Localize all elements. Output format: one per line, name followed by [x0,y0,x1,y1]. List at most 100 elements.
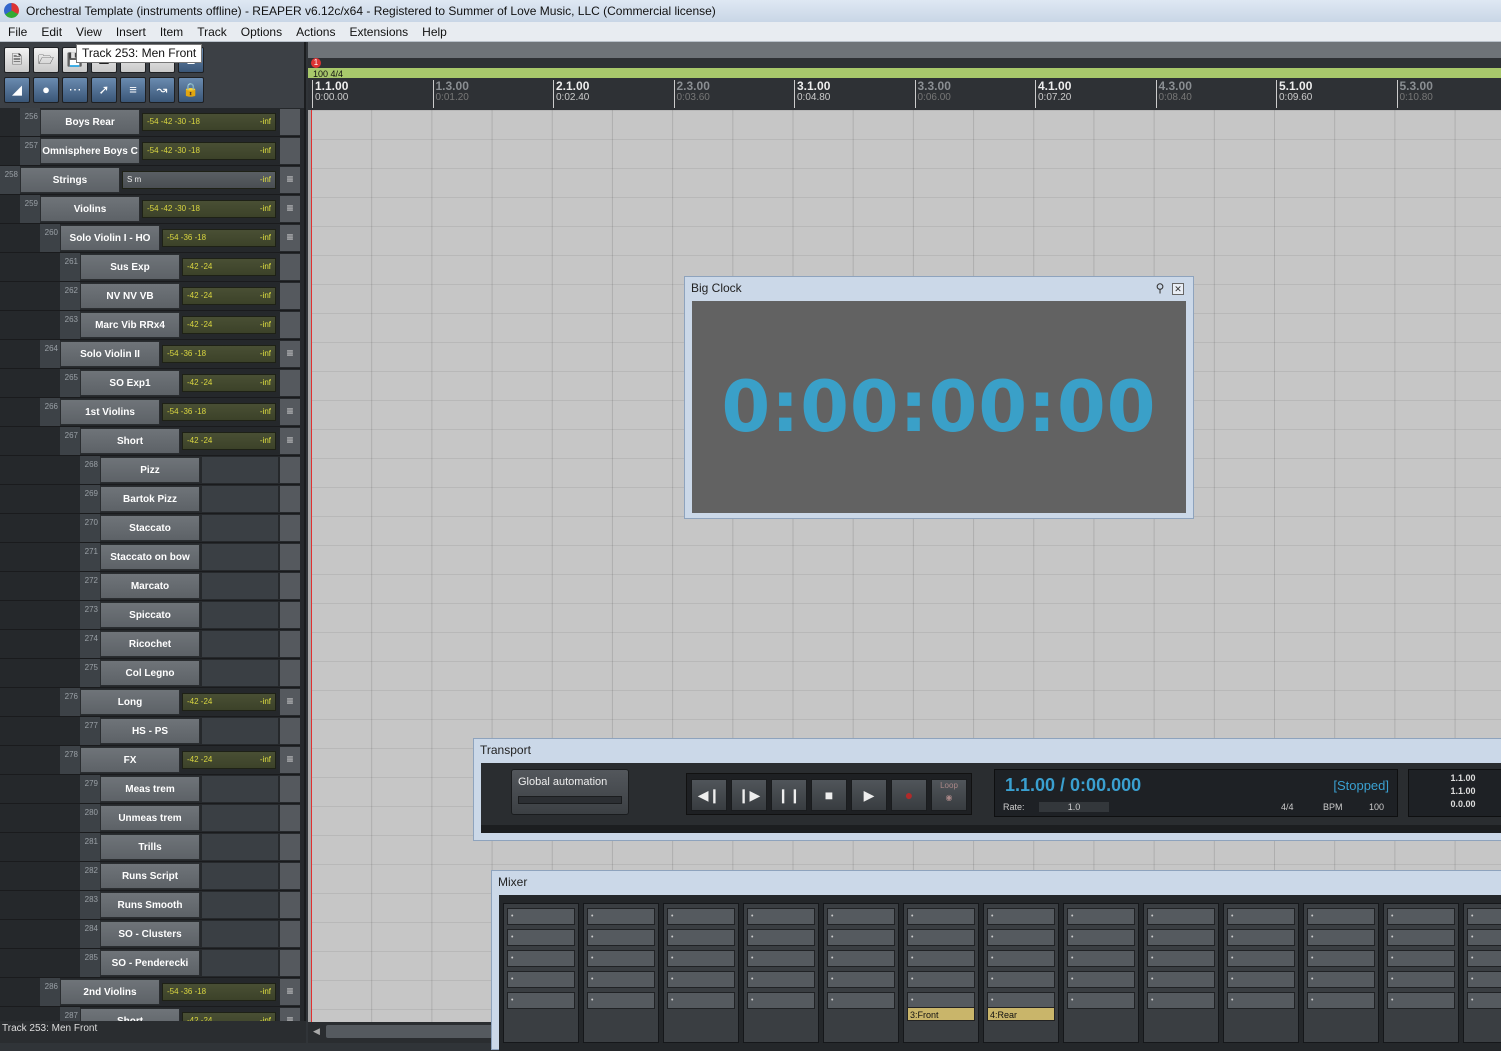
track-route-slot[interactable] [280,109,300,135]
fx-slot[interactable]: • [1467,908,1501,925]
fx-slot[interactable]: • [1147,950,1215,967]
new-project-icon[interactable]: 🗎 [4,47,30,73]
track-meter[interactable]: -42 -24 -inf [182,693,276,711]
folder-icon[interactable]: ≡ [280,399,300,425]
track-route-slot[interactable] [280,631,300,657]
track-name[interactable]: Marcato [100,573,200,599]
track-name[interactable]: Trills [100,834,200,860]
crossfade-icon[interactable]: ↝ [149,77,175,103]
fx-slot[interactable]: • [827,950,895,967]
track-row[interactable]: 284 SO - Clusters [0,920,300,949]
rewind-button[interactable]: ◀❙ [691,779,727,811]
track-row[interactable]: 279 Meas trem [0,775,300,804]
track-route-slot[interactable] [280,776,300,802]
folder-icon[interactable]: ≡ [280,689,300,715]
fx-slot[interactable]: • [1307,992,1375,1009]
fx-slot[interactable]: • [1387,992,1455,1009]
track-name[interactable]: Solo Violin I - HO [60,225,160,251]
folder-icon[interactable]: ≡ [280,428,300,454]
forward-button[interactable]: ❙▶ [731,779,767,811]
menu-edit[interactable]: Edit [33,22,68,42]
track-route-slot[interactable] [280,660,300,686]
track-name[interactable]: Marc Vib RRx4 [80,312,180,338]
item-grouping-icon[interactable]: ● [33,77,59,103]
track-name[interactable]: Unmeas trem [100,805,200,831]
track-row[interactable]: 268 Pizz [0,456,300,485]
track-route-slot[interactable] [280,283,300,309]
track-row[interactable]: 273 Spiccato [0,601,300,630]
menu-insert[interactable]: Insert [108,22,152,42]
track-name[interactable]: Spiccato [100,602,200,628]
fx-slot[interactable]: • [667,950,735,967]
fx-slot[interactable]: • [1387,971,1455,988]
fx-slot[interactable]: • [747,971,815,988]
track-name[interactable]: Short [80,428,180,454]
fx-slot[interactable]: • [587,929,655,946]
track-route-slot[interactable] [280,457,300,483]
track-route-slot[interactable] [280,486,300,512]
track-route-slot[interactable] [280,921,300,947]
mixer-channel-strip[interactable]: • • • • • 4:Rear [983,903,1059,1043]
fx-slot[interactable]: • [1227,950,1295,967]
track-route-slot[interactable] [280,544,300,570]
track-route-slot[interactable] [280,254,300,280]
track-row[interactable]: 281 Trills [0,833,300,862]
track-meter[interactable]: -42 -24 -inf [182,258,276,276]
fx-slot[interactable]: • [507,929,575,946]
track-name[interactable]: SO Exp1 [80,370,180,396]
track-meter[interactable]: -54 -36 -18 -inf [162,345,276,363]
folder-icon[interactable]: ≡ [280,747,300,773]
track-row[interactable]: 263 Marc Vib RRx4 -42 -24 -inf [0,311,300,340]
track-name[interactable]: Meas trem [100,776,200,802]
fx-slot[interactable]: • [1227,929,1295,946]
track-meter[interactable]: -42 -24 -inf [182,316,276,334]
fx-slot[interactable]: • [987,908,1055,925]
lock-icon[interactable]: 🔒 [178,77,204,103]
big-clock-window[interactable]: Big Clock ⚲ ✕ 0:00:00:00 [684,276,1194,519]
track-name[interactable]: Staccato [100,515,200,541]
track-row[interactable]: 270 Staccato [0,514,300,543]
stop-button[interactable]: ■ [811,779,847,811]
track-name[interactable]: Runs Script [100,863,200,889]
fx-slot[interactable]: • [587,971,655,988]
fx-slot[interactable]: • [747,950,815,967]
transport-window[interactable]: Transport Global automation ◀❙ ❙▶ ❙❙ ■ ▶… [473,738,1501,841]
project-marker[interactable]: 1 [311,58,321,68]
track-meter[interactable]: -54 -36 -18 -inf [162,403,276,421]
track-name[interactable]: Solo Violin II [60,341,160,367]
pin-icon[interactable]: ⚲ [1154,282,1166,295]
send-bus-label[interactable]: 4:Rear [987,1007,1055,1021]
track-name[interactable]: SO - Clusters [100,921,200,947]
loop-button[interactable]: Loop ◉ [931,779,967,811]
fx-slot[interactable]: • [1387,950,1455,967]
track-row[interactable]: 272 Marcato [0,572,300,601]
track-name[interactable]: HS - PS [100,718,200,744]
scroll-left-icon[interactable]: ◀ [313,1026,320,1037]
play-button[interactable]: ▶ [851,779,887,811]
folder-icon[interactable]: ≡ [280,1008,300,1021]
track-meter[interactable]: -42 -24 -inf [182,287,276,305]
track-name[interactable]: Col Legno [100,660,200,686]
track-row[interactable]: 287Short-42 -24-inf ≡ [0,1007,300,1021]
track-route-slot[interactable] [280,834,300,860]
time-display[interactable]: 1.1.00 / 0:00.000 [Stopped] Rate: 1.0 4/… [994,769,1398,817]
mixer-channel-strip[interactable]: • • • • • [1063,903,1139,1043]
track-route-slot[interactable] [280,370,300,396]
fx-slot[interactable]: • [1307,971,1375,988]
fx-slot[interactable]: • [907,950,975,967]
track-meter[interactable]: S m -inf [122,171,276,189]
track-name[interactable]: Runs Smooth [100,892,200,918]
fx-slot[interactable]: • [1467,992,1501,1009]
track-route-slot[interactable] [280,863,300,889]
track-route-slot[interactable] [280,573,300,599]
folder-icon[interactable]: ≡ [280,167,300,193]
fx-slot[interactable]: • [507,971,575,988]
fx-slot[interactable]: • [747,992,815,1009]
close-icon[interactable]: ✕ [1172,283,1184,295]
menu-actions[interactable]: Actions [288,22,341,42]
rate-value[interactable]: 1.0 [1039,802,1110,812]
track-row[interactable]: 265 SO Exp1 -42 -24 -inf [0,369,300,398]
timeline-ruler[interactable]: 1 100 4/4 1.1.00 0:00.00 1.3.00 0:01.20 2.1.… [308,42,1501,110]
fx-slot[interactable]: • [587,908,655,925]
track-meter[interactable]: -54 -42 -30 -18 -inf [142,113,276,131]
